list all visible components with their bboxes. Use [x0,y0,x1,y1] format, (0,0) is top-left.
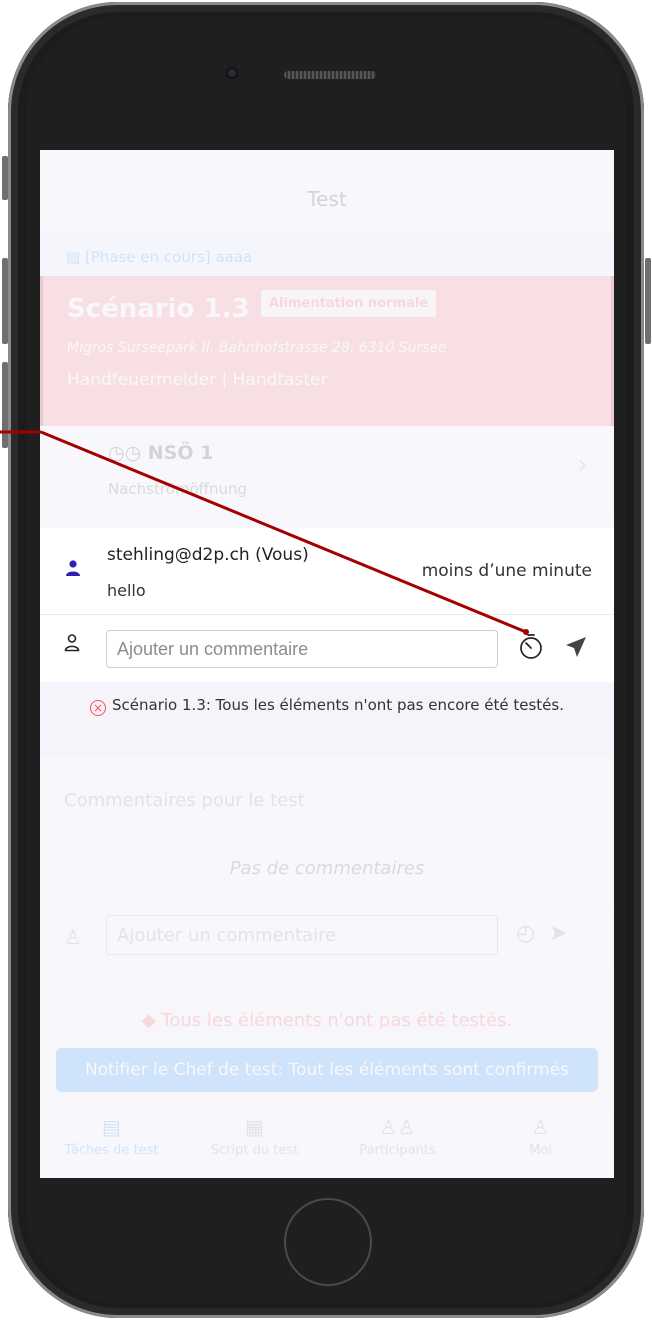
calendar-icon: ▤ [66,248,85,266]
timer-send-icons[interactable]: ◴ ➤ [516,921,568,946]
warning-diamond-icon: ◆ [141,1010,162,1031]
comment-panel: stehling@d2p.ch (Vous) hello moins d’une… [40,528,614,758]
test-comments-title: Commentaires pour le test [64,790,305,811]
scenario-card[interactable]: Scénario 1.3 Alimentation normale Migros… [40,276,614,426]
user-outline-icon [64,634,80,652]
error-circle-icon: × [90,700,107,716]
test-comments-empty: Pas de commentaires [229,858,425,879]
test-comment-input-row: ♙ Ajouter un commentaire ◴ ➤ [40,908,614,969]
phone-power-button [645,258,651,344]
nso-list-item[interactable]: ◷◷ NSÖ 1 Nachströmöffnung › [40,426,614,512]
phase-banner: ▤ [Phase en cours] aaaa [40,232,614,276]
notify-button[interactable]: Notifier le Chef de test: Tout les éléme… [56,1048,598,1092]
tasks-icon: ▤ [102,1115,121,1139]
comment-input[interactable] [106,630,498,668]
app-screen: Test ▤ [Phase en cours] aaaa Scénario 1.… [40,150,614,1178]
tab-participants[interactable]: ♙♙ Participants [326,1115,469,1158]
scenario-title: Scénario 1.3 [67,294,250,324]
scenario-warning: × Scénario 1.3: Tous les éléments n'ont p… [40,696,614,716]
comment-author: stehling@d2p.ch (Vous) [107,545,309,565]
user-icon: ♙ [531,1115,550,1139]
nso-name: ◷◷ NSÖ 1 [108,442,214,464]
timer-icon[interactable] [518,633,544,661]
tab-me[interactable]: ♙ Moi [469,1115,612,1158]
nso-subtitle: Nachströmöffnung [108,480,248,498]
chevron-right-icon: › [577,450,588,480]
phase-label: [Phase en cours] aaaa [84,248,253,266]
comment-text: hello [107,581,146,600]
footer-warning: ◆ Tous les éléments n'ont pas été testés… [141,1010,513,1031]
tab-test-script[interactable]: ▦ Script du test [183,1115,326,1158]
people-icon: ♙♙ [379,1115,416,1139]
scenario-warning-text: Scénario 1.3: Tous les éléments n'ont pa… [112,696,564,714]
calendar-icon: ▦ [245,1115,264,1139]
test-comments-card: Commentaires pour le test Pas de comment… [40,758,614,968]
comment-item: stehling@d2p.ch (Vous) hello moins d’une… [40,528,614,614]
earpiece-speaker [284,71,376,79]
comment-input-row [40,614,614,682]
tab-test-tasks[interactable]: ▤ Tâches de test [40,1115,183,1158]
phone-volume-up-button [2,258,8,344]
bottom-tab-bar: ▤ Tâches de test ▦ Script du test ♙♙ Partic… [40,1108,614,1178]
send-icon[interactable] [564,635,588,659]
comment-time: moins d’une minute [421,561,592,581]
test-comment-input[interactable]: Ajouter un commentaire [106,915,498,955]
front-camera [226,67,238,79]
scenario-address: Migros Surseepark II, Bahnhofstrasse 28,… [67,340,447,356]
phone-side-button [2,156,8,200]
phone-volume-down-button [2,362,8,448]
scenario-devices: Handfeuermelder | Handtaster [67,370,328,390]
page-title: Test [40,150,614,232]
scenario-tag: Alimentation normale [261,290,437,317]
user-icon [66,560,80,576]
home-button[interactable] [284,1198,372,1286]
user-outline-icon: ♙ [64,925,82,949]
clock-icon: ◷◷ [108,442,148,464]
